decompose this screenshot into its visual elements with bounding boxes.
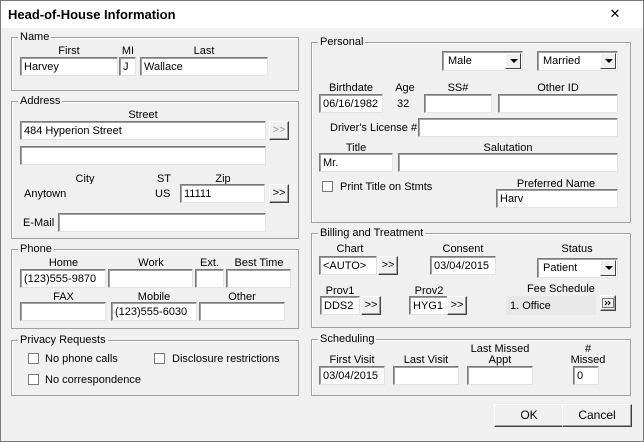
fee-schedule-lookup-button[interactable] (600, 295, 616, 311)
marital-status-select[interactable]: Married (537, 51, 618, 71)
cancel-button[interactable]: Cancel (562, 404, 632, 427)
status-label: Status (561, 243, 593, 255)
home-phone-label: Home (48, 257, 79, 269)
dialog-window: Head-of-House Information ✕ Name First M… (0, 0, 644, 442)
marital-status-value: Married (543, 55, 581, 67)
mi-field[interactable]: J (119, 57, 136, 76)
drivers-license-label: Driver's License # (330, 122, 418, 134)
chevron-down-icon[interactable] (600, 53, 616, 69)
fee-schedule-label: Fee Schedule (527, 283, 595, 295)
street-lookup-button[interactable]: >> (269, 121, 289, 140)
birthdate-field[interactable]: 06/16/1982 (319, 94, 383, 113)
prov2-field[interactable]: HYG1 (409, 296, 449, 315)
title-bar: Head-of-House Information ✕ (1, 1, 643, 28)
chevron-down-icon[interactable] (600, 260, 616, 276)
status-select[interactable]: Patient (537, 258, 618, 278)
prov1-lookup-button[interactable]: >> (361, 296, 381, 315)
lookup-icon (602, 298, 614, 308)
no-phone-calls-label: No phone calls (45, 353, 118, 365)
prov2-lookup-button[interactable]: >> (447, 296, 467, 315)
scheduling-group-label: Scheduling (318, 332, 377, 346)
street-field[interactable]: 484 Hyperion Street (20, 121, 266, 140)
gender-select[interactable]: Male (442, 51, 523, 71)
close-icon[interactable]: ✕ (607, 7, 623, 21)
first-name-label: First (58, 45, 80, 57)
street2-field[interactable] (20, 146, 266, 165)
other-id-label: Other ID (537, 82, 579, 94)
status-value: Patient (543, 262, 578, 274)
other-phone-field[interactable] (199, 302, 285, 321)
drivers-license-field[interactable] (418, 118, 618, 137)
ext-field[interactable] (195, 269, 224, 288)
last-missed-appt-field[interactable] (467, 366, 533, 385)
privacy-group-label: Privacy Requests (18, 333, 108, 347)
other-id-field[interactable] (498, 94, 618, 113)
no-correspondence-label: No correspondence (45, 374, 142, 386)
window-title: Head-of-House Information (8, 7, 176, 22)
chart-field[interactable]: <AUTO> (319, 256, 377, 275)
gender-value: Male (448, 55, 472, 67)
chart-label: Chart (336, 243, 364, 255)
last-visit-field[interactable] (393, 366, 459, 385)
address-group-label: Address (18, 94, 63, 108)
missed-count-field[interactable]: 0 (573, 366, 599, 385)
ssn-field[interactable] (424, 94, 492, 113)
chevron-down-icon[interactable] (505, 53, 521, 69)
city-field: Anytown (20, 184, 148, 203)
consent-field[interactable]: 03/04/2015 (430, 256, 496, 275)
ok-button[interactable]: OK (494, 404, 564, 427)
zip-field[interactable]: 11111 (180, 184, 265, 203)
personal-group-label: Personal (318, 35, 366, 49)
missed-count-label-line2: Missed (570, 354, 606, 366)
no-correspondence-checkbox[interactable] (28, 374, 39, 385)
preferred-name-field[interactable]: Harv (496, 189, 618, 208)
last-name-field[interactable]: Wallace (140, 57, 268, 76)
first-name-field[interactable]: Harvey (20, 57, 118, 76)
fax-field[interactable] (20, 302, 106, 321)
age-label: Age (395, 82, 415, 94)
email-label: E-Mail (23, 217, 55, 229)
privacy-group: Privacy Requests (11, 333, 299, 396)
last-visit-label: Last Visit (403, 354, 449, 366)
phone-group-label: Phone (18, 242, 54, 256)
mobile-field[interactable]: (123)555-6030 (111, 302, 197, 321)
best-time-label: Best Time (234, 257, 284, 269)
ext-label: Ext. (200, 257, 219, 269)
print-title-checkbox[interactable] (322, 181, 333, 192)
print-title-label: Print Title on Stmts (340, 181, 433, 193)
ssn-label: SS# (447, 82, 469, 94)
work-phone-label: Work (138, 257, 164, 269)
street-label: Street (128, 109, 158, 121)
email-field[interactable] (58, 213, 266, 232)
first-visit-field[interactable]: 03/04/2015 (319, 366, 385, 385)
consent-label: Consent (442, 243, 484, 255)
disclosure-restrictions-checkbox[interactable] (154, 353, 165, 364)
work-phone-field[interactable] (108, 269, 193, 288)
state-field: US (151, 184, 177, 203)
salutation-field[interactable] (398, 153, 618, 172)
last-missed-appt-label-line2: Appt (488, 354, 512, 366)
no-phone-calls-checkbox[interactable] (28, 353, 39, 364)
billing-group-label: Billing and Treatment (318, 226, 426, 240)
name-group-label: Name (18, 30, 52, 44)
title-field[interactable]: Mr. (319, 153, 393, 172)
mi-label: MI (121, 45, 135, 57)
best-time-field[interactable] (226, 269, 291, 288)
birthdate-label: Birthdate (328, 82, 374, 94)
prov1-field[interactable]: DDS2 (320, 296, 360, 315)
last-name-label: Last (193, 45, 215, 57)
fee-schedule-field: 1. Office (506, 296, 596, 315)
age-field: 32 (393, 94, 417, 113)
home-phone-field[interactable]: (123)555-9870 (20, 269, 106, 288)
zip-lookup-button[interactable]: >> (269, 184, 289, 203)
disclosure-restrictions-label: Disclosure restrictions (172, 353, 280, 365)
first-visit-label: First Visit (329, 354, 375, 366)
chart-lookup-button[interactable]: >> (378, 256, 398, 275)
